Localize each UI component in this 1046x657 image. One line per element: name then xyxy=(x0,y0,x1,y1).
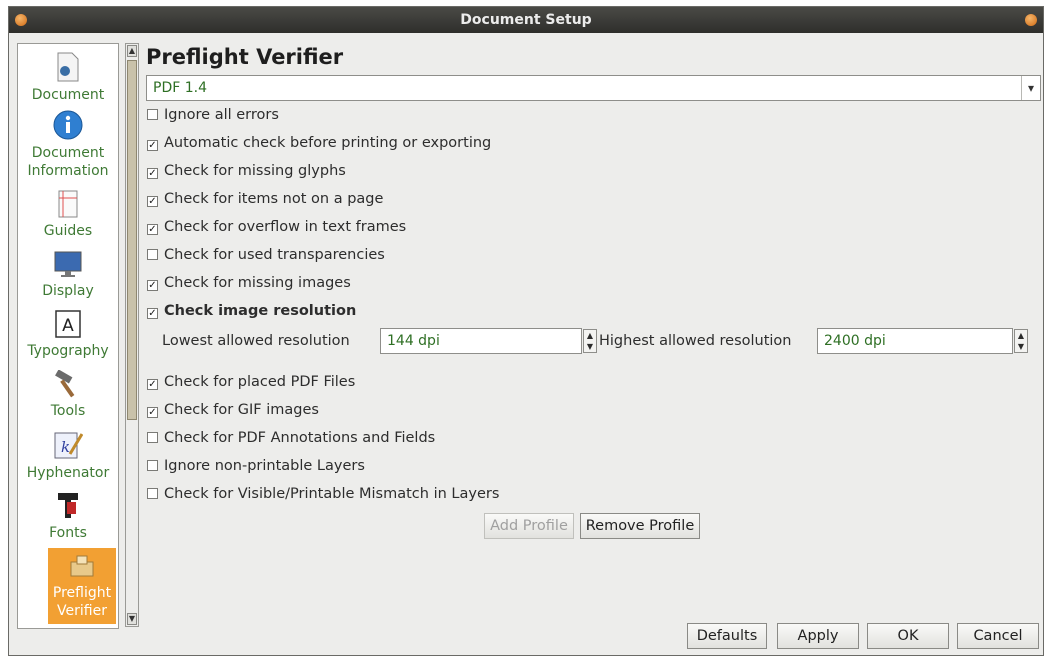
checkbox-pdf-annotations[interactable]: Check for PDF Annotations and Fields xyxy=(147,430,435,450)
title-bar[interactable]: Document Setup xyxy=(9,7,1043,33)
checkbox-image-resolution[interactable]: ✓ Check image resolution xyxy=(147,303,356,323)
sidebar-item-tools[interactable]: Tools xyxy=(18,370,118,420)
checkbox-visible-printable-mismatch[interactable]: Check for Visible/Printable Mismatch in … xyxy=(147,486,499,506)
svg-text:A: A xyxy=(62,316,74,336)
sidebar-item-label: Display xyxy=(42,283,94,299)
checkbox-label: Automatic check before printing or expor… xyxy=(164,135,492,151)
highest-resolution-value: 2400 dpi xyxy=(824,333,886,349)
tools-icon xyxy=(55,370,75,398)
document-setup-window: Document Setup Document Document Informa… xyxy=(8,6,1044,656)
checkbox-box[interactable] xyxy=(147,109,158,120)
sidebar: Document Document Information Guides Dis… xyxy=(17,43,119,629)
checkbox-ignore-non-printable-layers[interactable]: Ignore non-printable Layers xyxy=(147,458,365,478)
scroll-thumb[interactable] xyxy=(127,60,137,420)
checkbox-missing-images[interactable]: ✓ Check for missing images xyxy=(147,275,351,295)
checkbox-box[interactable]: ✓ xyxy=(147,308,158,319)
sidebar-item-guides[interactable]: Guides xyxy=(18,190,118,240)
checkbox-label: Check for Visible/Printable Mismatch in … xyxy=(164,486,500,502)
checkbox-box[interactable] xyxy=(147,488,158,499)
checkbox-box[interactable] xyxy=(147,432,158,443)
remove-profile-button[interactable]: Remove Profile xyxy=(580,513,700,539)
scroll-up-icon[interactable]: ▲ xyxy=(127,45,137,57)
checkbox-items-not-on-page[interactable]: ✓ Check for items not on a page xyxy=(147,191,383,211)
sidebar-item-label: Tools xyxy=(50,403,86,419)
svg-text:k: k xyxy=(61,438,70,456)
checkbox-ignore-all-errors[interactable]: Ignore all errors xyxy=(147,107,279,127)
lowest-resolution-spinbox[interactable]: 144 dpi ▲ ▼ xyxy=(380,328,597,354)
window-close-icon[interactable] xyxy=(1025,14,1037,26)
sidebar-item-document[interactable]: Document xyxy=(18,52,118,104)
checkbox-label: Ignore all errors xyxy=(164,107,279,123)
sidebar-item-label: Fonts xyxy=(49,525,87,541)
profile-select-value: PDF 1.4 xyxy=(153,80,207,96)
chevron-down-icon[interactable]: ▾ xyxy=(1021,76,1040,100)
cancel-button[interactable]: Cancel xyxy=(957,623,1039,649)
checkbox-box[interactable]: ✓ xyxy=(147,140,158,151)
sidebar-item-label: Typography xyxy=(27,343,109,359)
checkbox-label: Check for PDF Annotations and Fields xyxy=(164,430,436,446)
spin-arrows-icon[interactable]: ▲ ▼ xyxy=(583,329,597,353)
sidebar-item-fonts[interactable]: Fonts xyxy=(18,490,118,542)
spin-arrows-icon[interactable]: ▲ ▼ xyxy=(1014,329,1028,353)
checkbox-box[interactable]: ✓ xyxy=(147,379,158,390)
checkbox-placed-pdf-files[interactable]: ✓ Check for placed PDF Files xyxy=(147,374,355,394)
checkbox-label: Check for GIF images xyxy=(164,402,319,418)
info-icon xyxy=(53,110,83,140)
guides-icon xyxy=(58,190,78,218)
lowest-resolution-label: Lowest allowed resolution xyxy=(162,333,350,349)
checkbox-overflow-text-frames[interactable]: ✓ Check for overflow in text frames xyxy=(147,219,406,239)
checkbox-label: Check for placed PDF Files xyxy=(164,374,356,390)
sidebar-scrollbar[interactable]: ▲ ▼ xyxy=(125,43,139,627)
typography-icon: A xyxy=(55,310,81,338)
apply-button[interactable]: Apply xyxy=(777,623,859,649)
document-icon xyxy=(57,52,79,82)
checkbox-box[interactable] xyxy=(147,460,158,471)
sidebar-item-preflight-verifier[interactable]: Preflight Verifier xyxy=(48,548,116,624)
checkbox-label: Check for items not on a page xyxy=(164,191,384,207)
lowest-resolution-value: 144 dpi xyxy=(387,333,440,349)
checkbox-box[interactable]: ✓ xyxy=(147,224,158,235)
sidebar-item-display[interactable]: Display xyxy=(18,250,118,300)
sidebar-item-label: Hyphenator xyxy=(26,465,110,481)
window-title: Document Setup xyxy=(460,12,592,28)
checkbox-label: Check for overflow in text frames xyxy=(164,219,407,235)
checkbox-automatic-check[interactable]: ✓ Automatic check before printing or expo… xyxy=(147,135,491,155)
sidebar-item-document-information[interactable]: Document Information xyxy=(18,110,118,180)
page-title: Preflight Verifier xyxy=(146,45,344,69)
profile-select[interactable]: PDF 1.4 ▾ xyxy=(146,75,1041,101)
checkbox-label: Check image resolution xyxy=(164,303,357,319)
hyphenator-icon: k xyxy=(54,432,83,459)
checkbox-used-transparencies[interactable]: Check for used transparencies xyxy=(147,247,385,267)
sidebar-item-label: Preflight Verifier xyxy=(52,585,112,619)
checkbox-box[interactable] xyxy=(147,249,158,260)
defaults-button[interactable]: Defaults xyxy=(687,623,767,649)
sidebar-item-label: Document Information xyxy=(27,145,109,179)
checkbox-box[interactable]: ✓ xyxy=(147,280,158,291)
highest-resolution-spinbox[interactable]: 2400 dpi ▲ ▼ xyxy=(817,328,1028,354)
checkbox-label: Check for missing glyphs xyxy=(164,163,346,179)
checkbox-label: Check for missing images xyxy=(164,275,351,291)
checkbox-box[interactable]: ✓ xyxy=(147,168,158,179)
checkbox-label: Check for used transparencies xyxy=(164,247,385,263)
sidebar-item-hyphenator[interactable]: k Hyphenator xyxy=(18,430,118,482)
highest-resolution-label: Highest allowed resolution xyxy=(599,333,792,349)
add-profile-button[interactable]: Add Profile xyxy=(484,513,574,539)
sidebar-item-label: Guides xyxy=(43,223,93,239)
checkbox-gif-images[interactable]: ✓ Check for GIF images xyxy=(147,402,319,422)
checkbox-label: Ignore non-printable Layers xyxy=(164,458,365,474)
scroll-down-icon[interactable]: ▼ xyxy=(127,613,137,625)
checkbox-box[interactable]: ✓ xyxy=(147,196,158,207)
ok-button[interactable]: OK xyxy=(867,623,949,649)
window-menu-icon[interactable] xyxy=(15,14,27,26)
checkbox-box[interactable]: ✓ xyxy=(147,407,158,418)
sidebar-item-typography[interactable]: A Typography xyxy=(18,310,118,360)
display-icon xyxy=(54,251,82,277)
sidebar-item-label: Document xyxy=(31,87,105,103)
checkbox-missing-glyphs[interactable]: ✓ Check for missing glyphs xyxy=(147,163,346,183)
preflight-icon xyxy=(70,555,94,577)
fonts-icon xyxy=(58,493,78,518)
